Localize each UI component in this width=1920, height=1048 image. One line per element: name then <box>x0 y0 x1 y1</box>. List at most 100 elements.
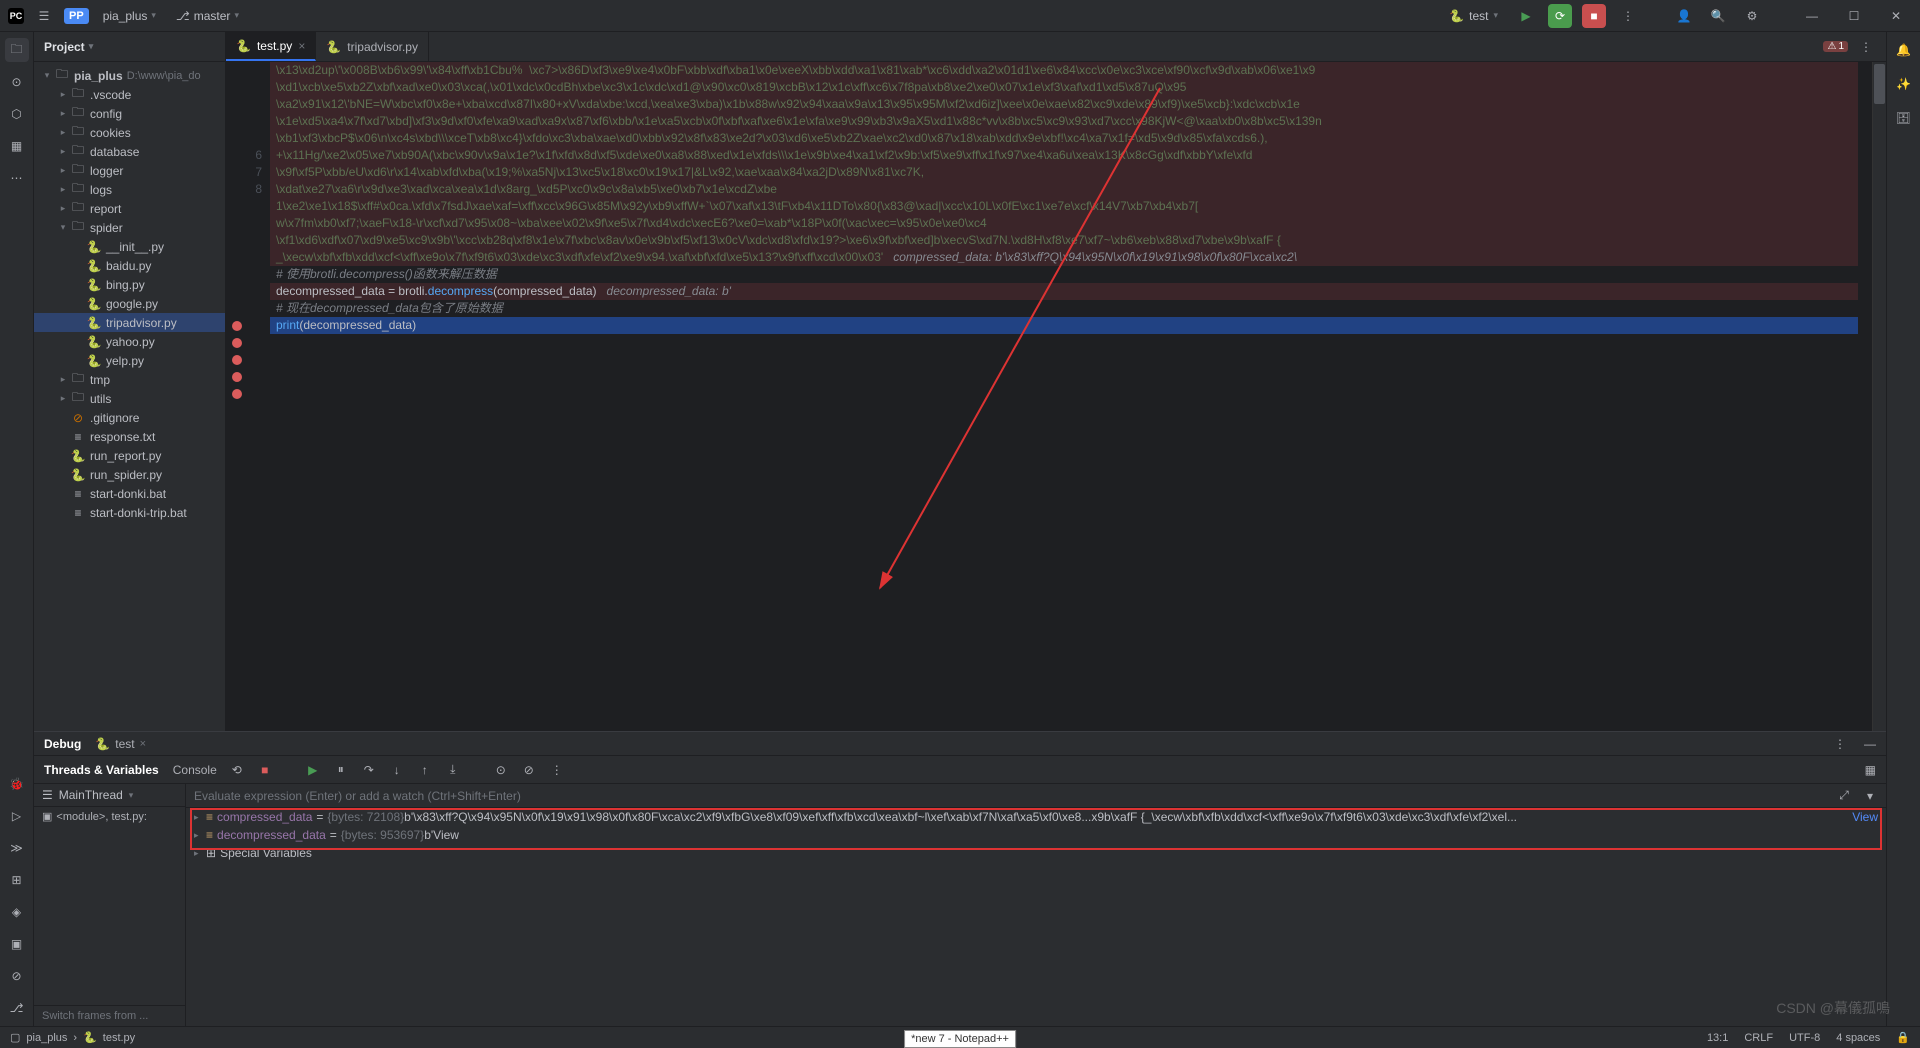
caret-position[interactable]: 13:1 <box>1707 1032 1728 1044</box>
git-tool-icon[interactable]: ⎇ <box>5 996 29 1020</box>
view-breakpoints-icon[interactable]: ⋮ <box>549 763 565 777</box>
code-line[interactable]: # 使用brotli.decompress()函数来解压数据 <box>270 266 1858 283</box>
vcs-branch-selector[interactable]: ⎇ master ▾ <box>170 5 245 27</box>
file-encoding[interactable]: UTF-8 <box>1789 1032 1820 1044</box>
tree-item[interactable]: ▸🗀.vscode <box>34 85 225 104</box>
run-to-cursor-icon[interactable]: ⤓ <box>445 762 461 777</box>
code-line[interactable]: \xdat\xe27\xa6\r\x9d\xe3\xad\xca\xea\x1d… <box>270 181 1858 198</box>
breadcrumb-project[interactable]: pia_plus <box>26 1032 67 1044</box>
tree-item[interactable]: 🐍yelp.py <box>34 351 225 370</box>
line-separator[interactable]: CRLF <box>1744 1032 1773 1044</box>
tree-item[interactable]: 🐍bing.py <box>34 275 225 294</box>
expand-arrow-icon[interactable]: ▸ <box>56 89 70 100</box>
pull-request-icon[interactable]: ⬡ <box>5 102 29 126</box>
code-line[interactable]: # 现在decompressed_data包含了原始数据 <box>270 300 1858 317</box>
expand-arrow-icon[interactable]: ▾ <box>56 222 70 233</box>
code-line[interactable]: print(decompressed_data) <box>270 317 1858 334</box>
close-window[interactable]: ✕ <box>1880 0 1912 32</box>
tree-item[interactable]: ⊘.gitignore <box>34 408 225 427</box>
code-line[interactable]: \x1e\xd5\xa4\x7f\xd7\xbd]\xf3\x9d\xf0\xf… <box>270 113 1858 130</box>
eval-placeholder[interactable]: Evaluate expression (Enter) or add a wat… <box>194 789 1826 803</box>
code-line[interactable]: \x13\xd2up\'\x008B\xb6\x99\'\x84\xff\xb1… <box>270 62 1858 79</box>
expand-arrow-icon[interactable]: ▸ <box>56 184 70 195</box>
tab-options-icon[interactable]: ⋮ <box>1854 35 1878 59</box>
tree-item[interactable]: ▸🗀config <box>34 104 225 123</box>
hide-panel-icon[interactable]: — <box>1864 737 1876 751</box>
resume-icon[interactable]: ▶ <box>305 763 321 777</box>
mute-breakpoints-icon[interactable]: ⊘ <box>521 763 537 777</box>
expand-arrow-icon[interactable]: ▸ <box>56 374 70 385</box>
breakpoint-icon[interactable] <box>232 372 242 382</box>
stop-button[interactable]: ■ <box>1582 4 1606 28</box>
breakpoint-icon[interactable] <box>232 321 242 331</box>
tree-item[interactable]: ▸🗀tmp <box>34 370 225 389</box>
frames-footer[interactable]: Switch frames from ... <box>34 1005 185 1026</box>
variable-row[interactable]: ▸≡compressed_data={bytes: 72108} b'\x83\… <box>186 808 1886 826</box>
project-tree[interactable]: ▾ 🗀 pia_plus D:\www\pia_do ▸🗀.vscode▸🗀co… <box>34 62 225 731</box>
run-config-selector[interactable]: 🐍 test ▾ <box>1443 5 1504 27</box>
debug-tool-icon[interactable]: 🐞 <box>5 772 29 796</box>
expand-arrow-icon[interactable]: ▸ <box>56 108 70 119</box>
tab-debug[interactable]: Debug <box>44 733 81 755</box>
project-header[interactable]: Project ▾ <box>34 32 225 62</box>
layout-icon[interactable]: ▦ <box>1865 763 1876 777</box>
code-content[interactable]: \x13\xd2up\'\x008B\xb6\x99\'\x84\xff\xb1… <box>270 62 1872 731</box>
editor-tab-test[interactable]: 🐍 test.py × <box>226 32 316 61</box>
breakpoint-icon[interactable] <box>232 389 242 399</box>
project-tool-icon[interactable]: 🗀 <box>5 38 29 62</box>
special-variables[interactable]: ▸⊞Special Variables <box>186 844 1886 862</box>
tree-item[interactable]: 🐍yahoo.py <box>34 332 225 351</box>
tree-item[interactable]: ▸🗀logger <box>34 161 225 180</box>
code-line[interactable]: \xf1\xd6\xdf\x07\xd9\xe5\xc9\x9b\'\xcc\x… <box>270 232 1858 249</box>
python-console-icon[interactable]: ≫ <box>5 836 29 860</box>
ai-assistant-icon[interactable]: ✨ <box>1892 72 1916 96</box>
notifications-icon[interactable]: 🔔 <box>1892 38 1916 62</box>
more-actions-icon[interactable]: ⋮ <box>1616 4 1640 28</box>
gutter[interactable]: 678 <box>226 62 270 731</box>
expand-icon[interactable]: ▸ <box>194 830 206 841</box>
minimize-window[interactable]: — <box>1796 0 1828 32</box>
thread-selector[interactable]: ☰ MainThread ▾ <box>34 784 185 807</box>
code-line[interactable]: _\xecw\xbf\xfb\xdd\xcf<\xff\xe9o\x7f\xf9… <box>270 249 1858 266</box>
expand-arrow-icon[interactable]: ▸ <box>56 146 70 157</box>
scrollbar-thumb[interactable] <box>1874 64 1885 104</box>
expand-arrow-icon[interactable]: ▸ <box>56 165 70 176</box>
code-line[interactable]: \xd1\xcb\xe5\xb2Z\xbf\xad\xe0\x03\xca(,\… <box>270 79 1858 96</box>
expand-arrow-icon[interactable]: ▸ <box>56 127 70 138</box>
stack-frame[interactable]: ▣ <module>, test.py: <box>34 807 185 826</box>
tree-item[interactable]: 🐍baidu.py <box>34 256 225 275</box>
database-icon[interactable]: 🗄 <box>1892 106 1916 130</box>
variable-list[interactable]: ▸≡compressed_data={bytes: 72108} b'\x83\… <box>186 808 1886 1026</box>
threads-variables-tab[interactable]: Threads & Variables <box>44 759 159 781</box>
error-badge[interactable]: ⚠ 1 <box>1823 41 1848 52</box>
pause-icon[interactable]: ⏸ <box>333 762 349 777</box>
code-area[interactable]: 678 \x13\xd2up\'\x008B\xb6\x99\'\x84\xff… <box>226 62 1886 731</box>
variable-row[interactable]: ▸≡decompressed_data={bytes: 953697} b'Vi… <box>186 826 1886 844</box>
tree-item[interactable]: ▸🗀utils <box>34 389 225 408</box>
tree-item[interactable]: 🐍tripadvisor.py <box>34 313 225 332</box>
history-icon[interactable]: ▾ <box>1862 789 1878 803</box>
code-line[interactable]: \xb1\xf3\xbcP$\x06\n\xc4s\xbd\\\xceT\xb8… <box>270 130 1858 147</box>
console-tab[interactable]: Console <box>173 759 217 781</box>
step-into-icon[interactable]: ↓ <box>389 763 405 777</box>
code-line[interactable]: decompressed_data = brotli.decompress(co… <box>270 283 1858 300</box>
commit-tool-icon[interactable]: ⊙ <box>5 70 29 94</box>
tree-item[interactable]: ▸🗀database <box>34 142 225 161</box>
problems-tool-icon[interactable]: ⊘ <box>5 964 29 988</box>
code-line[interactable]: \x9f\xf5P\xbb/eU\xd6\r\x14\xab\xfd\xba(\… <box>270 164 1858 181</box>
run-button[interactable]: ▶ <box>1514 4 1538 28</box>
expand-icon[interactable]: ▸ <box>194 848 206 859</box>
tree-item[interactable]: ≡start-donki-trip.bat <box>34 503 225 522</box>
tree-item[interactable]: ≡response.txt <box>34 427 225 446</box>
evaluate-icon[interactable]: ⊙ <box>493 763 509 777</box>
editor-tab-tripadvisor[interactable]: 🐍 tripadvisor.py <box>316 32 429 61</box>
tree-item[interactable]: ▸🗀cookies <box>34 123 225 142</box>
tree-item[interactable]: 🐍google.py <box>34 294 225 313</box>
close-icon[interactable]: × <box>140 738 146 750</box>
expand-arrow-icon[interactable]: ▸ <box>56 393 70 404</box>
code-line[interactable]: 1\xe2\xe1\x18$\xff#\x0ca.\xfd\x7fsdJ\xae… <box>270 198 1858 215</box>
readonly-icon[interactable]: 🔒 <box>1896 1031 1910 1044</box>
tree-item[interactable]: ▾🗀spider <box>34 218 225 237</box>
expand-icon[interactable]: ⤢ <box>1836 788 1852 803</box>
expand-icon[interactable]: ▸ <box>194 812 206 823</box>
